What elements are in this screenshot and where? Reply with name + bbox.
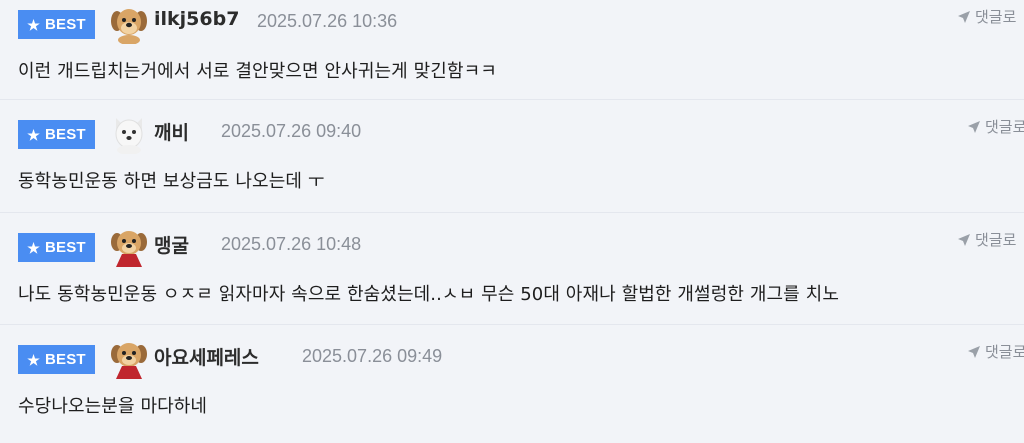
send-icon [968,345,980,358]
comment-date: 2025.07.26 09:49 [302,346,443,366]
comment-nickname[interactable]: 맹굴 [154,231,189,258]
reply-label: 댓글로 [985,118,1024,136]
reply-button[interactable]: 댓글로 [967,341,1024,362]
best-badge: ★ BEST [18,120,95,149]
star-icon: ★ [27,239,40,256]
best-badge-label: BEST [44,16,86,33]
comment-text: 이런 개드립치는거에서 서로 결안맞으면 안사귀는게 맞긴함ㅋㅋ [18,61,497,82]
comment-text: 수당나오는분을 마다하네 [18,396,208,417]
comment-item: ★ BEST 깨비 2025.07.26 09:40 댓글로 동학농민운동 하면… [0,100,1024,213]
reply-label: 댓글로 [975,231,1017,249]
comment-nickname[interactable]: ilkj56b7 [154,8,239,30]
star-icon: ★ [27,126,40,143]
puppy-cape-avatar[interactable] [110,339,148,379]
puppy-avatar[interactable] [110,4,148,44]
reply-label: 댓글로 [975,8,1017,26]
comment-item: ★ BEST ilkj56b7 2025.07.26 10:36 댓글로 이런 … [0,0,1024,100]
comment-nickname[interactable]: 깨비 [154,118,189,145]
star-icon: ★ [27,16,40,33]
comment-nickname[interactable]: 아요세페레스 [154,343,259,370]
comment-date: 2025.07.26 10:36 [257,11,398,31]
best-badge-label: BEST [44,239,86,256]
reply-button[interactable]: 댓글로 [967,116,1024,137]
comment-date: 2025.07.26 10:48 [221,234,362,254]
puppy-cape-avatar[interactable] [110,227,148,267]
send-icon [968,120,980,133]
white-dog-avatar[interactable] [110,114,148,154]
best-badge: ★ BEST [18,10,95,39]
send-icon [958,233,970,246]
comment-text: 동학농민운동 하면 보상금도 나오는데 ㅜ [18,171,325,192]
reply-button[interactable]: 댓글로 [957,229,1016,250]
best-badge: ★ BEST [18,345,95,374]
comment-item: ★ BEST 맹굴 2025.07.26 10:48 댓글로 나도 동학농민운동… [0,213,1024,325]
send-icon [958,10,970,23]
reply-button[interactable]: 댓글로 [957,6,1016,27]
best-badge: ★ BEST [18,233,95,262]
best-badge-label: BEST [44,126,86,143]
comment-date: 2025.07.26 09:40 [221,121,362,141]
best-badge-label: BEST [44,351,86,368]
reply-label: 댓글로 [985,343,1024,361]
comment-text: 나도 동학농민운동 ㅇㅈㄹ 읽자마자 속으로 한숨셨는데..ㅅㅂ 무슨 50대 … [18,284,839,305]
star-icon: ★ [27,351,40,368]
comment-item: ★ BEST 아요세페레스 2025.07.26 09:49 댓글로 수당나오는… [0,325,1024,443]
